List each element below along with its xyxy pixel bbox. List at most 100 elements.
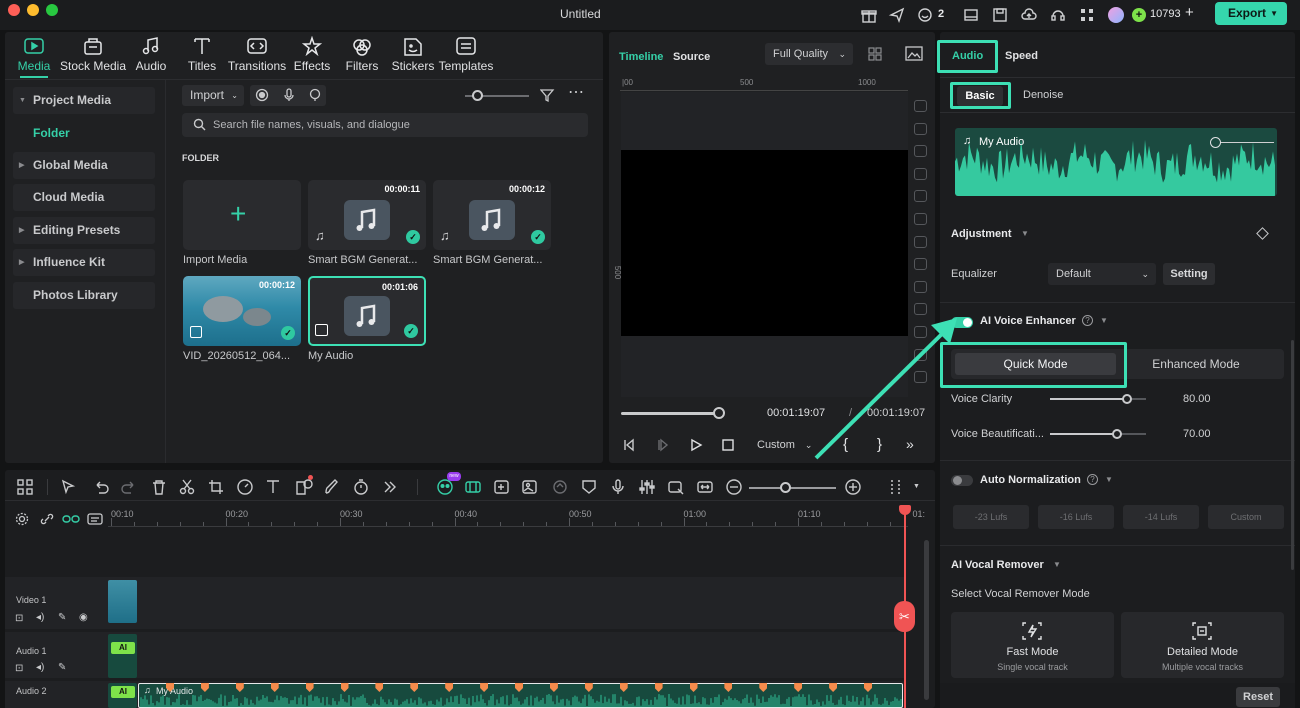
chevron-down-icon[interactable]: ▼ bbox=[913, 483, 920, 490]
redo-icon[interactable] bbox=[120, 478, 138, 496]
save-icon[interactable] bbox=[991, 6, 1009, 24]
microphone-icon[interactable] bbox=[282, 88, 296, 102]
sidebar-item-project-media[interactable]: ▼ Project Media bbox=[13, 87, 155, 114]
export-button[interactable]: Export ▼ bbox=[1215, 2, 1287, 25]
cut-icon[interactable] bbox=[178, 478, 196, 496]
detailed-mode-card[interactable]: Detailed Mode Multiple vocal tracks bbox=[1121, 612, 1284, 678]
speaker-icon[interactable]: ◂) bbox=[36, 662, 44, 673]
ai-audio-icon[interactable]: ✎ bbox=[58, 662, 66, 673]
speaker-icon[interactable]: ◂) bbox=[36, 612, 44, 623]
timeline-zoom-knob[interactable] bbox=[780, 482, 791, 493]
lufs-option-14[interactable]: -14 Lufs bbox=[1123, 505, 1199, 529]
record-screen-icon[interactable] bbox=[255, 88, 269, 102]
track-options-icon[interactable] bbox=[887, 478, 905, 496]
speed-icon[interactable] bbox=[236, 478, 254, 496]
filter-icon[interactable] bbox=[540, 88, 556, 103]
tab-timeline[interactable]: Timeline bbox=[619, 51, 663, 63]
auto-normalization-toggle[interactable] bbox=[951, 475, 973, 486]
layout-icon[interactable] bbox=[962, 6, 980, 24]
avatar[interactable] bbox=[1108, 7, 1124, 23]
help-icon[interactable]: ? bbox=[1082, 315, 1093, 326]
stabilize-icon[interactable] bbox=[551, 478, 569, 496]
layout-grid-icon[interactable] bbox=[16, 478, 34, 496]
caret-down-icon[interactable]: ▼ bbox=[1100, 316, 1108, 325]
beat-sync-icon[interactable] bbox=[464, 478, 482, 496]
eye-icon[interactable]: ◉ bbox=[79, 612, 88, 623]
media-item-video[interactable]: 00:00:12 ✓ bbox=[183, 276, 301, 346]
snapshot-icon[interactable] bbox=[905, 46, 923, 61]
reset-button[interactable]: Reset bbox=[1236, 687, 1280, 707]
link-icon[interactable] bbox=[40, 512, 54, 526]
timeline-zoom-slider[interactable] bbox=[749, 487, 836, 489]
compare-view-icon[interactable] bbox=[868, 47, 888, 61]
subtab-denoise[interactable]: Denoise bbox=[1023, 89, 1063, 101]
shape-icon[interactable] bbox=[295, 478, 313, 496]
next-frame-icon[interactable] bbox=[656, 438, 670, 452]
audio-clip-1[interactable]: AI bbox=[108, 634, 137, 678]
headset-icon[interactable] bbox=[916, 6, 934, 24]
ai-audio-icon[interactable]: ✎ bbox=[58, 612, 66, 623]
close-window-button[interactable] bbox=[8, 4, 20, 16]
previous-frame-icon[interactable] bbox=[622, 438, 636, 452]
sidebar-item-editing-presets[interactable]: ▶ Editing Presets bbox=[13, 217, 155, 244]
captions-icon[interactable] bbox=[87, 512, 103, 526]
timeline-scrollbar[interactable] bbox=[924, 540, 929, 700]
mask-icon[interactable] bbox=[580, 478, 598, 496]
tab-source[interactable]: Source bbox=[673, 51, 710, 63]
record-voice-icon[interactable] bbox=[609, 478, 627, 496]
grid-icon[interactable] bbox=[1078, 6, 1096, 24]
select-tool-icon[interactable] bbox=[60, 478, 78, 496]
play-icon[interactable] bbox=[689, 438, 703, 452]
lufs-option-23[interactable]: -23 Lufs bbox=[953, 505, 1029, 529]
sidebar-item-influence-kit[interactable]: ▶ Influence Kit bbox=[13, 249, 155, 276]
audio-clip-2-ai[interactable]: AI bbox=[108, 683, 137, 708]
fit-icon[interactable] bbox=[696, 478, 714, 496]
maximize-window-button[interactable] bbox=[46, 4, 58, 16]
add-credits-button[interactable]: + bbox=[1185, 4, 1194, 21]
ai-voice-icon[interactable] bbox=[308, 88, 322, 102]
zoom-slider-knob[interactable] bbox=[472, 90, 483, 101]
equalizer-dropdown[interactable]: Default ⌄ bbox=[1048, 263, 1156, 285]
undo-icon[interactable] bbox=[92, 478, 110, 496]
split-scissors-icon[interactable]: ✂ bbox=[894, 601, 915, 632]
tab-speed[interactable]: Speed bbox=[1005, 50, 1038, 62]
video-clip[interactable] bbox=[108, 580, 137, 623]
crop-icon[interactable] bbox=[207, 478, 225, 496]
more-options-icon[interactable]: ⋯ bbox=[568, 85, 584, 101]
caret-down-icon[interactable]: ▼ bbox=[1053, 560, 1061, 569]
lock-icon[interactable]: ⊡ bbox=[15, 663, 23, 674]
photo-edit-icon[interactable] bbox=[521, 478, 539, 496]
import-dropdown[interactable]: Import ⌄ bbox=[182, 85, 244, 106]
equalizer-setting-button[interactable]: Setting bbox=[1163, 263, 1215, 285]
search-input[interactable]: Search file names, visuals, and dialogue bbox=[182, 113, 588, 137]
playback-knob[interactable] bbox=[713, 407, 725, 419]
magnet-link-icon[interactable] bbox=[62, 512, 80, 526]
sidebar-item-cloud-media[interactable]: Cloud Media bbox=[13, 184, 155, 211]
tab-templates[interactable]: Templates bbox=[421, 36, 511, 74]
add-marker-icon[interactable] bbox=[493, 478, 511, 496]
media-item-smart-bgm-2[interactable]: 00:00:12 ♫ ✓ bbox=[433, 180, 551, 250]
sidebar-item-folder[interactable]: Folder bbox=[33, 126, 70, 140]
audio-duck-icon[interactable] bbox=[667, 478, 685, 496]
quality-dropdown[interactable]: Full Quality ⌄ bbox=[765, 43, 853, 65]
enhanced-mode-button[interactable]: Enhanced Mode bbox=[1120, 353, 1272, 375]
lufs-option-16[interactable]: -16 Lufs bbox=[1038, 505, 1114, 529]
brush-icon[interactable] bbox=[323, 478, 341, 496]
support-icon[interactable] bbox=[1049, 6, 1067, 24]
sidebar-item-global-media[interactable]: ▶ Global Media bbox=[13, 152, 155, 179]
audio-mixer-icon[interactable] bbox=[638, 478, 656, 496]
lufs-option-custom[interactable]: Custom bbox=[1208, 505, 1284, 529]
minimize-window-button[interactable] bbox=[27, 4, 39, 16]
lock-icon[interactable]: ⊡ bbox=[15, 613, 23, 624]
volume-line[interactable] bbox=[1219, 142, 1274, 143]
voice-clarity-value[interactable]: 80.00 bbox=[1183, 393, 1211, 405]
playback-progress[interactable] bbox=[621, 412, 719, 415]
fast-mode-card[interactable]: Fast Mode Single vocal track bbox=[951, 612, 1114, 678]
send-icon[interactable] bbox=[888, 6, 906, 24]
more-tools-icon[interactable] bbox=[381, 478, 399, 496]
timer-icon[interactable] bbox=[352, 478, 370, 496]
sidebar-item-photos-library[interactable]: Photos Library bbox=[13, 282, 155, 309]
delete-icon[interactable] bbox=[150, 478, 168, 496]
track-settings-icon[interactable] bbox=[15, 512, 29, 526]
media-item-smart-bgm-1[interactable]: 00:00:11 ♫ ✓ bbox=[308, 180, 426, 250]
